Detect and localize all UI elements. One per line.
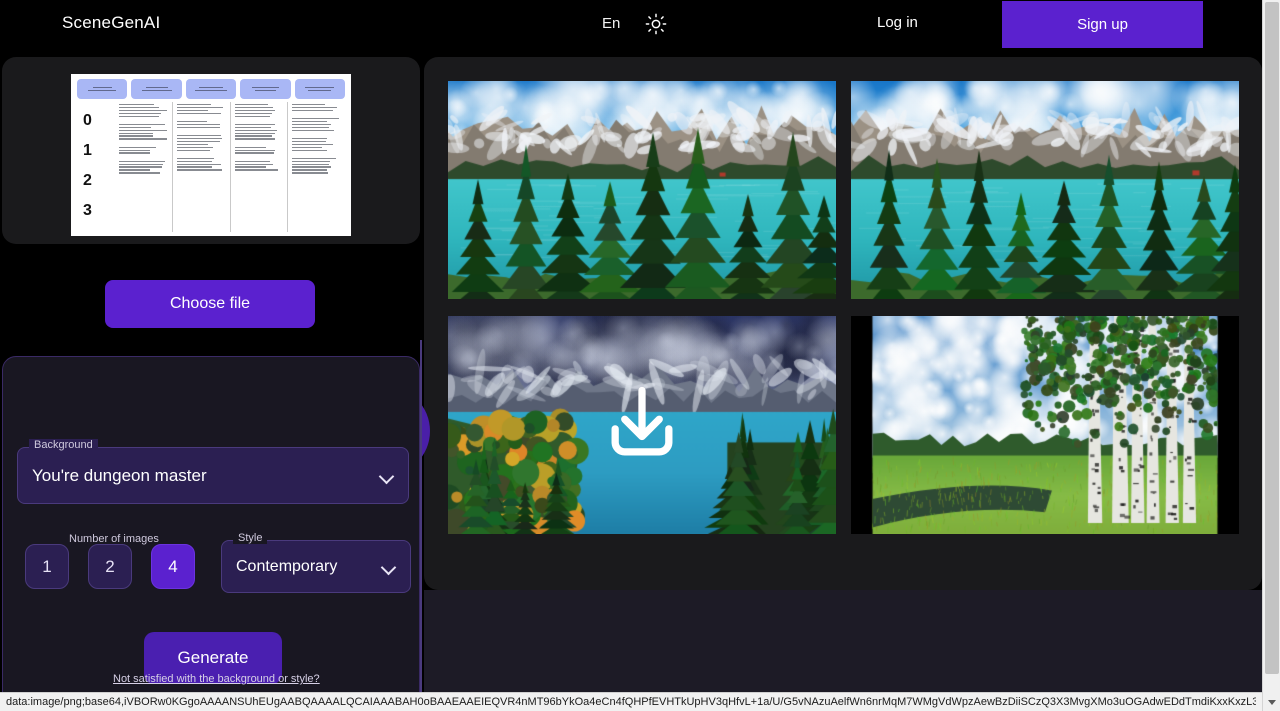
number-of-images-option-4[interactable]: 4 <box>151 544 195 589</box>
result-image-1[interactable] <box>448 81 836 299</box>
thumbnail-header-pill <box>77 79 127 99</box>
thumbnail-text-column <box>115 102 172 232</box>
result-image-3[interactable] <box>448 316 836 534</box>
sun-icon[interactable] <box>645 13 667 35</box>
thumbnail-row-label: 3 <box>83 203 109 219</box>
left-sidebar: 0123 Choose file Background You're dunge… <box>0 48 421 693</box>
document-table-thumbnail: 0 1 2 3 <box>71 74 351 236</box>
number-of-images-group: 124 <box>25 544 195 589</box>
thumbnail-text-column <box>287 102 345 232</box>
thumbnail-header-pill <box>131 79 181 99</box>
number-of-images-option-2[interactable]: 2 <box>88 544 132 589</box>
app-viewport: SceneGenAI En Log in Sign up 0123 <box>0 0 1280 711</box>
thumbnail-text-columns <box>115 102 345 232</box>
thumbnail-header-pill <box>240 79 290 99</box>
style-select-box[interactable]: Contemporary <box>221 540 411 593</box>
file-preview-card: 0 1 2 3 <box>2 57 420 244</box>
background-value: You're dungeon master <box>32 466 380 486</box>
background-label: Background <box>29 439 98 451</box>
choose-file-button[interactable]: Choose file <box>105 280 315 328</box>
thumbnail-row-label: 1 <box>83 143 109 159</box>
panel-divider <box>420 340 422 693</box>
background-select[interactable]: Background You're dungeon master <box>17 447 409 504</box>
results-grid <box>448 81 1239 534</box>
settings-card: Background You're dungeon master Number … <box>2 356 420 693</box>
thumbnail-row-labels: 0 1 2 3 <box>83 106 109 226</box>
status-url-text: data:image/png;base64,iVBORw0KGgoAAAANSU… <box>6 696 1256 708</box>
style-select[interactable]: Style Contemporary <box>221 540 411 593</box>
page-scrollbar[interactable] <box>1262 0 1280 711</box>
number-of-images-option-1[interactable]: 1 <box>25 544 69 589</box>
background-select-box[interactable]: You're dungeon master <box>17 447 409 504</box>
result-image-4[interactable] <box>851 316 1239 534</box>
login-link[interactable]: Log in <box>877 14 918 31</box>
top-navbar: SceneGenAI En Log in Sign up <box>0 0 1262 48</box>
brand-logo[interactable]: SceneGenAI <box>62 13 160 33</box>
browser-status-bar: data:image/png;base64,iVBORw0KGgoAAAANSU… <box>0 692 1262 711</box>
chevron-down-icon <box>382 562 396 571</box>
thumbnail-text-column <box>230 102 288 232</box>
scrollbar-down-arrow-icon[interactable] <box>1263 693 1280 711</box>
thumbnail-header-pill <box>295 79 345 99</box>
page-background-lower <box>424 590 1262 693</box>
style-value: Contemporary <box>236 558 382 576</box>
thumbnail-header-pill <box>186 79 236 99</box>
language-selector[interactable]: En <box>602 15 620 32</box>
results-panel <box>424 57 1262 590</box>
signup-button[interactable]: Sign up <box>1002 1 1203 48</box>
chevron-down-icon <box>380 471 394 480</box>
result-image-2[interactable] <box>851 81 1239 299</box>
thumbnail-text-column <box>172 102 230 232</box>
thumbnail-column-headers <box>77 79 345 99</box>
not-satisfied-link[interactable]: Not satisfied with the background or sty… <box>113 673 320 685</box>
style-label: Style <box>233 532 267 544</box>
thumbnail-row-label: 0 <box>83 113 109 129</box>
thumbnail-row-label: 2 <box>83 173 109 189</box>
scrollbar-thumb[interactable] <box>1265 2 1279 674</box>
download-icon[interactable] <box>448 316 836 534</box>
